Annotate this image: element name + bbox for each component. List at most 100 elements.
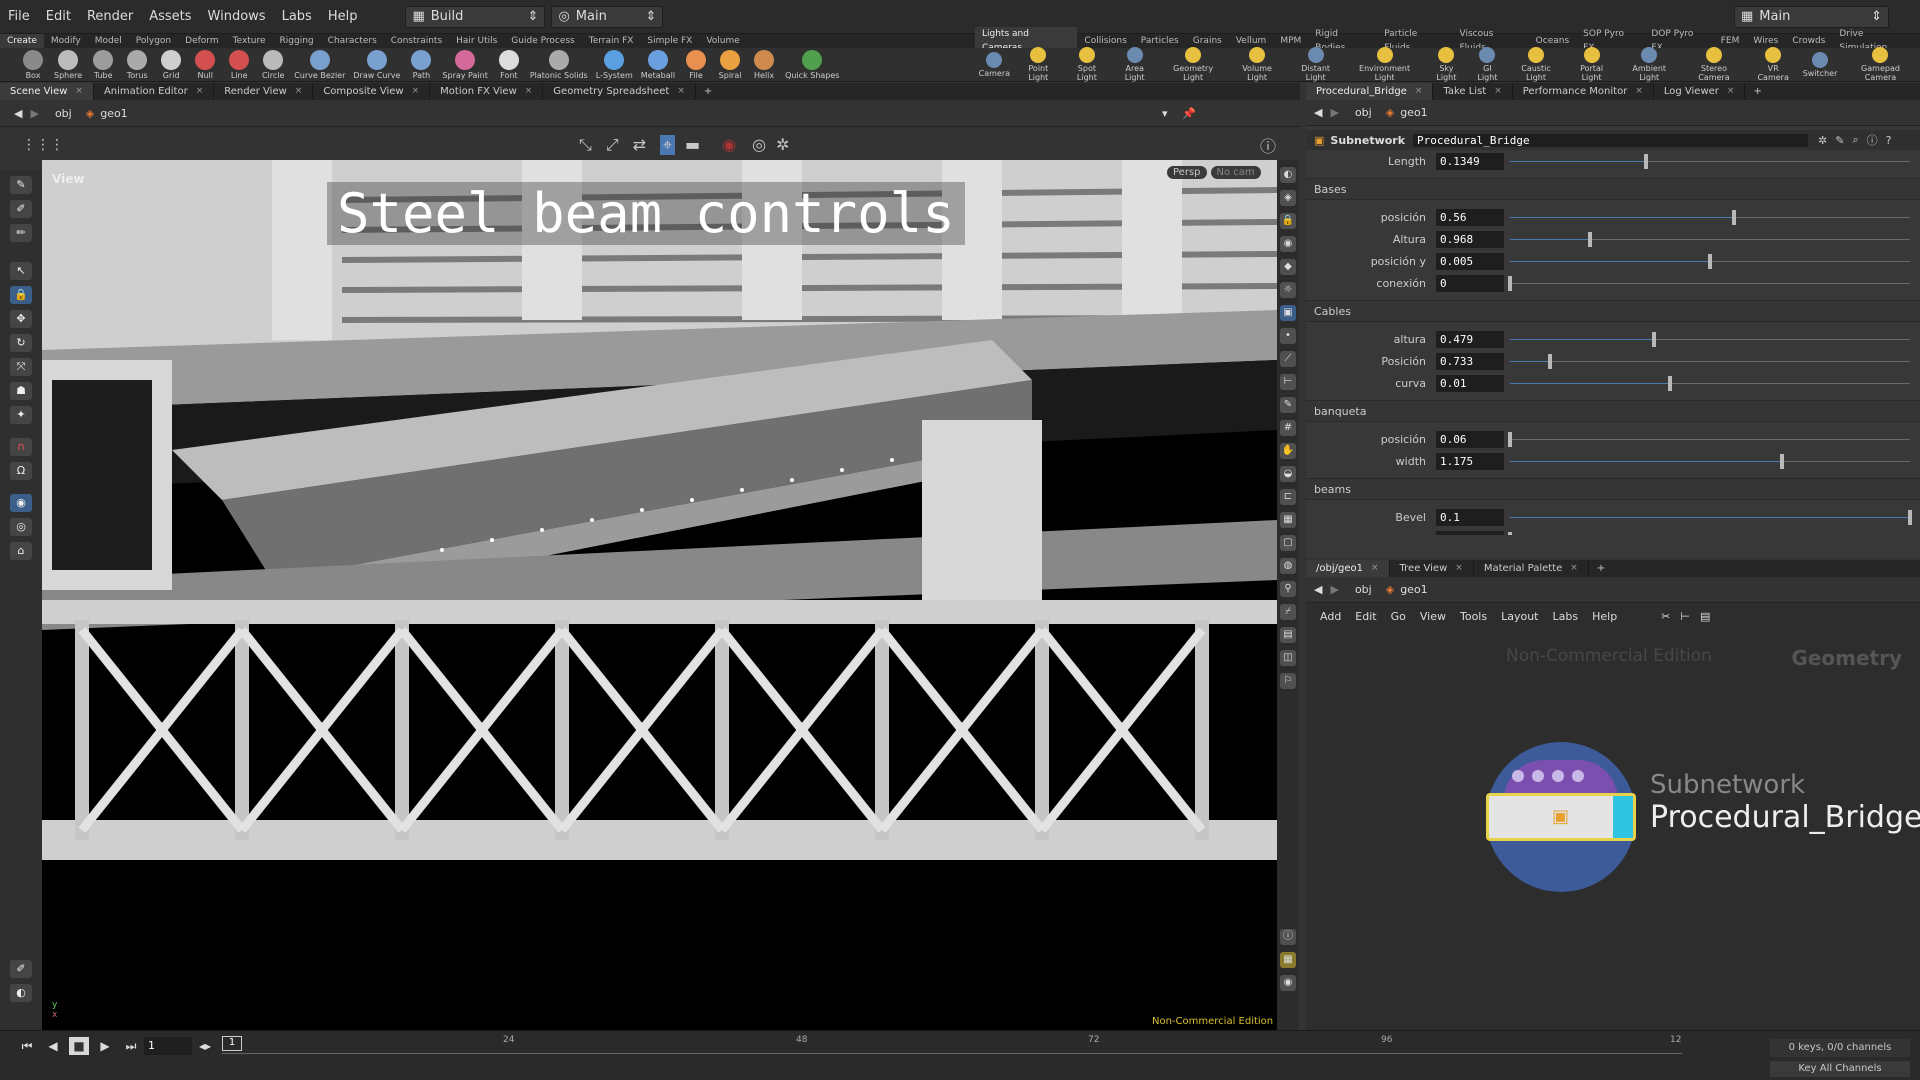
param-value-field[interactable]: 0 <box>1436 274 1504 292</box>
folder-banqueta[interactable]: banqueta <box>1306 400 1920 422</box>
jump-end-icon[interactable]: ⏭ <box>121 1037 141 1055</box>
tab-0[interactable]: Scene View × <box>0 83 94 100</box>
handle-tool-icon[interactable]: ✦ <box>10 406 32 424</box>
shelf-tab[interactable]: Deform <box>178 34 225 48</box>
info-icon[interactable]: ⓘ <box>1260 133 1276 157</box>
brush-tool-icon[interactable]: ✏ <box>10 224 32 242</box>
sphere-icon[interactable]: ◍ <box>1280 558 1296 574</box>
param-value-field[interactable]: 0.479 <box>1436 330 1504 348</box>
tool-distant-light[interactable]: Distant Light <box>1287 47 1345 82</box>
network-menu-help[interactable]: Help <box>1592 610 1617 623</box>
back-arrow-icon[interactable]: ◀ <box>14 107 22 120</box>
tool-sphere[interactable]: Sphere <box>50 49 86 80</box>
tool-torus[interactable]: Torus <box>120 49 154 80</box>
shelf-tab[interactable]: Polygon <box>129 34 178 48</box>
slider-handle[interactable] <box>1508 531 1512 535</box>
chevron-down-icon[interactable]: ▾ <box>1162 107 1168 120</box>
view-tool-icon[interactable]: ✎ <box>10 176 32 194</box>
param-slider[interactable] <box>1510 253 1910 270</box>
lamp-icon[interactable]: ⚲ <box>1280 581 1296 597</box>
pen-icon[interactable]: ✎ <box>1280 397 1296 413</box>
scene-viewport[interactable]: View Steel beam controls Persp No cam No… <box>42 160 1277 1030</box>
param-value-field[interactable]: 0.1 <box>1436 508 1504 526</box>
numbers-icon[interactable]: # <box>1280 420 1296 436</box>
bucket-icon[interactable]: ◒ <box>1280 466 1296 482</box>
close-icon[interactable]: × <box>525 83 533 100</box>
tab-1[interactable]: Take List × <box>1433 83 1513 100</box>
tool-tube[interactable]: Tube <box>86 49 120 80</box>
settings-icon[interactable]: ✲ <box>776 135 789 154</box>
close-icon[interactable]: × <box>1371 560 1379 577</box>
shelf-tab[interactable]: Constraints <box>384 34 449 48</box>
step-icon[interactable]: ◂▸ <box>195 1037 215 1055</box>
select-tool-icon[interactable]: ↖ <box>10 262 32 280</box>
slider-handle[interactable] <box>1652 331 1656 347</box>
tab-1[interactable]: Animation Editor × <box>94 83 215 100</box>
tree-icon[interactable]: ⊢ <box>1680 610 1690 623</box>
close-icon[interactable]: × <box>1494 83 1502 100</box>
slider-handle[interactable] <box>1780 453 1784 469</box>
key-all-channels-button[interactable]: Key All Channels <box>1770 1061 1910 1077</box>
obj-path[interactable]: obj <box>1355 106 1372 119</box>
add-tab-icon[interactable]: + <box>1597 563 1605 574</box>
knife-icon[interactable]: ⌿ <box>1280 604 1296 620</box>
back-arrow-icon[interactable]: ◀ <box>1314 583 1322 596</box>
tool-stereo-camera[interactable]: Stereo Camera <box>1681 47 1748 82</box>
magnet-icon[interactable]: ∩ <box>10 438 32 456</box>
box-icon[interactable]: ▢ <box>1280 535 1296 551</box>
shelf-tab[interactable]: Rigging <box>273 34 321 48</box>
slider-handle[interactable] <box>1508 431 1512 447</box>
pin-icon[interactable]: 📌 <box>1182 107 1196 120</box>
tool-spiral[interactable]: Spiral <box>713 49 747 80</box>
tool-helix[interactable]: Helix <box>747 49 781 80</box>
shelf-tab[interactable]: Texture <box>226 34 273 48</box>
shelf-tab[interactable]: Collisions <box>1077 34 1133 48</box>
info-icon[interactable]: ⓘ <box>1867 132 1878 148</box>
camera-tool-icon[interactable]: ◉ <box>10 494 32 512</box>
folder-cables[interactable]: Cables <box>1306 300 1920 322</box>
back-arrow-icon[interactable]: ◀ <box>1314 106 1322 119</box>
param-value-field[interactable]: 0.968 <box>1436 230 1504 248</box>
param-slider[interactable] <box>1510 453 1910 470</box>
geo-path[interactable]: geo1 <box>100 107 127 120</box>
tool-path[interactable]: Path <box>404 49 438 80</box>
network-menu-edit[interactable]: Edit <box>1355 610 1376 623</box>
close-icon[interactable]: × <box>1570 560 1578 577</box>
shelf-tab[interactable]: FEM <box>1714 34 1747 48</box>
context-selector[interactable]: ◎ Main ⇕ <box>551 5 664 28</box>
menu-assets[interactable]: Assets <box>141 9 199 24</box>
shelf-tab[interactable]: MPM <box>1273 34 1308 48</box>
layout-icon[interactable]: ▦ <box>1280 952 1296 968</box>
tool-caustic-light[interactable]: Caustic Light <box>1507 47 1566 82</box>
node-name-label[interactable]: Procedural_Bridge <box>1650 800 1920 835</box>
shelf-tab[interactable]: Guide Process <box>504 34 581 48</box>
grid-icon[interactable]: ▦ <box>1280 512 1296 528</box>
flipbook-icon[interactable]: ⌂ <box>10 542 32 560</box>
tool-draw-curve[interactable]: Draw Curve <box>349 49 404 80</box>
visibility-icon[interactable]: ◉ <box>1280 236 1296 252</box>
render-icon[interactable]: ◫ <box>1280 650 1296 666</box>
gear-icon[interactable]: ✲ <box>1818 134 1827 147</box>
lock-icon[interactable]: 🔒 <box>10 286 32 304</box>
slider-handle[interactable] <box>1548 353 1552 369</box>
tool-box[interactable]: Box <box>16 49 50 80</box>
close-icon[interactable]: × <box>1455 560 1463 577</box>
slider-handle[interactable] <box>1508 275 1512 291</box>
obj-path[interactable]: obj <box>55 107 72 120</box>
forward-arrow-icon[interactable]: ▶ <box>30 107 38 120</box>
pose-tool-icon[interactable]: ☗ <box>10 382 32 400</box>
time-slider[interactable]: 1 24 48 72 96 12 <box>222 1033 1682 1059</box>
param-value-field[interactable]: 0.56 <box>1436 208 1504 226</box>
folder-bases[interactable]: Bases <box>1306 178 1920 200</box>
display-options-icon[interactable]: ◐ <box>1280 167 1296 183</box>
shelf-tab[interactable]: Crowds <box>1785 34 1832 48</box>
forward-arrow-icon[interactable]: ▶ <box>1330 583 1338 596</box>
tab-0[interactable]: Procedural_Bridge × <box>1306 83 1434 100</box>
shelf-tab[interactable]: Grains <box>1186 34 1229 48</box>
tool-font[interactable]: Font <box>492 49 526 80</box>
right-desktop-selector[interactable]: ▦ Main ⇕ <box>1734 5 1889 28</box>
points-icon[interactable]: • <box>1280 328 1296 344</box>
persp-menu[interactable]: Persp <box>1167 166 1207 179</box>
hand-icon[interactable]: ✋ <box>1280 443 1296 459</box>
select-mode-icon[interactable]: ⤡ <box>579 135 592 155</box>
